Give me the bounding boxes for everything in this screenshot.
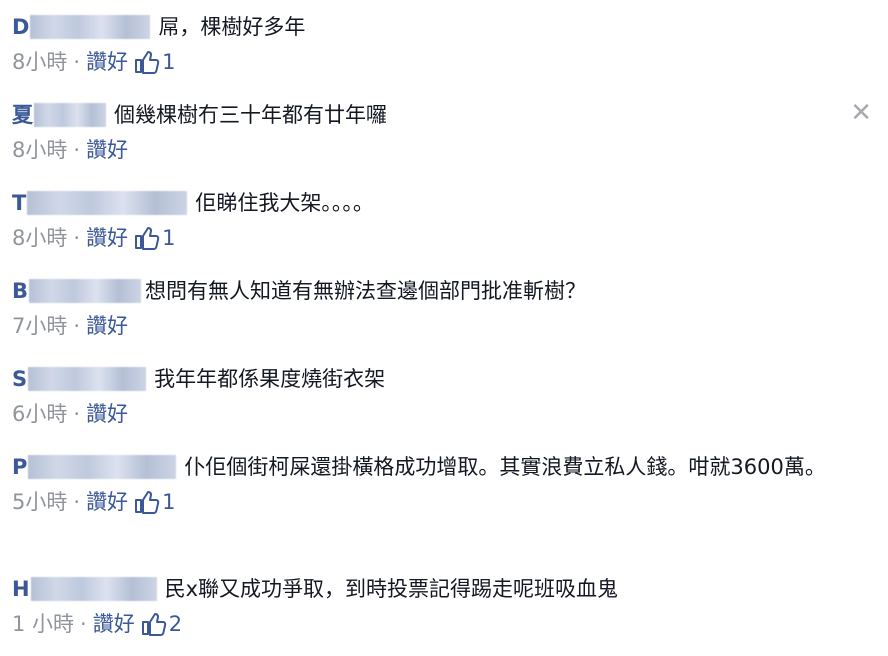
comment-item: D 屌，棵樹好多年 8小時 · 讚好 1 [12,12,848,76]
blurred-name [28,455,177,479]
like-button[interactable]: 讚好 [86,312,128,340]
comment-item: 夏 個幾棵樹冇三十年都有廿年囉 8小時 · 讚好 [12,100,848,164]
like-count[interactable]: 1 [134,48,175,76]
like-count[interactable]: 2 [141,610,182,638]
comment-body: S 我年年都係果度燒街衣架 [12,364,848,394]
blurred-name [28,367,147,391]
blurred-name [29,279,142,303]
comment-item: H 民x聯又成功爭取，到時投票記得踢走呢班吸血鬼 1 小時 · 讚好 2 [12,574,848,638]
separator-dot: · [73,226,81,250]
like-count-value: 2 [168,612,183,636]
timestamp[interactable]: 7小時 [12,312,67,340]
author-initial[interactable]: P [12,452,27,482]
comment-meta: 1 小時 · 讚好 2 [12,610,848,638]
comment-text: 我年年都係果度燒街衣架 [154,367,386,391]
like-button[interactable]: 讚好 [86,48,128,76]
like-count-value: 1 [162,226,176,250]
author-initial[interactable]: B [12,276,28,306]
comment-text: 屌，棵樹好多年 [158,15,306,39]
timestamp[interactable]: 5小時 [12,488,67,516]
comment-text: 仆佢個街柯屎還掛橫格成功增取。其實浪費立私人錢。咁就3600萬。 [184,455,826,479]
like-button[interactable]: 讚好 [93,610,135,638]
like-count-value: 1 [162,50,176,74]
like-button[interactable]: 讚好 [86,224,128,252]
comment-item: P 仆佢個街柯屎還掛橫格成功增取。其實浪費立私人錢。咁就3600萬。 5小時 ·… [12,452,868,516]
comment-body: P 仆佢個街柯屎還掛橫格成功增取。其實浪費立私人錢。咁就3600萬。 [12,452,868,482]
separator-dot: · [73,314,81,338]
comment-text: 佢睇住我大架。。。。 [195,191,374,215]
comment-body: H 民x聯又成功爭取，到時投票記得踢走呢班吸血鬼 [12,574,848,604]
timestamp[interactable]: 8小時 [12,224,67,252]
comment-meta: 8小時 · 讚好 1 [12,48,848,76]
author-name[interactable]: S [12,364,154,394]
comment-meta: 8小時 · 讚好 1 [12,224,848,252]
comment-item: T 佢睇住我大架。。。。 8小時 · 讚好 1 [12,188,848,252]
author-initial[interactable]: 夏 [12,100,33,130]
author-name[interactable]: D [12,12,158,42]
like-button[interactable]: 讚好 [86,400,128,428]
author-initial[interactable]: H [12,574,30,604]
thumbs-up-icon [135,51,160,74]
comment-text: 個幾棵樹冇三十年都有廿年囉 [114,103,387,127]
separator-dot: · [73,490,81,514]
close-icon[interactable]: ✕ [850,100,872,126]
comment-item: S 我年年都係果度燒街衣架 6小時 · 讚好 [12,364,848,428]
comment-meta: 8小時 · 讚好 [12,136,848,164]
author-initial[interactable]: S [12,364,27,394]
author-name[interactable]: B [12,276,145,306]
separator-dot: · [73,50,81,74]
blurred-name [30,15,151,39]
author-name[interactable]: P [12,452,184,482]
timestamp[interactable]: 8小時 [12,48,67,76]
comment-meta: 6小時 · 讚好 [12,400,848,428]
author-name[interactable]: T [12,188,195,218]
separator-dot: · [80,612,87,636]
timestamp[interactable]: 1 小時 [12,610,74,638]
author-initial[interactable]: D [12,12,29,42]
blurred-name [30,577,157,601]
comment-body: B 想問有無人知道有無辦法查邊個部門批准斬樹？ [12,276,848,306]
timestamp[interactable]: 6小時 [12,400,67,428]
separator-dot: · [73,138,81,162]
like-button[interactable]: 讚好 [86,488,128,516]
author-name[interactable]: 夏 [12,100,114,130]
comment-body: 夏 個幾棵樹冇三十年都有廿年囉 [12,100,848,130]
thumbs-up-icon [135,491,160,514]
comment-body: T 佢睇住我大架。。。。 [12,188,848,218]
comment-meta: 7小時 · 讚好 [12,312,848,340]
author-name[interactable]: H [12,574,165,604]
blurred-name [27,191,188,215]
blurred-name [34,103,106,127]
comment-item: B 想問有無人知道有無辦法查邊個部門批准斬樹？ 7小時 · 讚好 [12,276,848,340]
like-count[interactable]: 1 [134,488,175,516]
thumbs-up-icon [135,227,160,250]
comment-text: 想問有無人知道有無辦法查邊個部門批准斬樹？ [145,279,587,303]
author-initial[interactable]: T [12,188,26,218]
like-count[interactable]: 1 [134,224,175,252]
separator-dot: · [73,402,81,426]
like-button[interactable]: 讚好 [86,136,128,164]
timestamp[interactable]: 8小時 [12,136,67,164]
comment-meta: 5小時 · 讚好 1 [12,488,868,516]
comment-text: 民x聯又成功爭取，到時投票記得踢走呢班吸血鬼 [164,577,619,601]
comment-body: D 屌，棵樹好多年 [12,12,848,42]
thumbs-up-icon [141,613,166,636]
like-count-value: 1 [162,490,176,514]
